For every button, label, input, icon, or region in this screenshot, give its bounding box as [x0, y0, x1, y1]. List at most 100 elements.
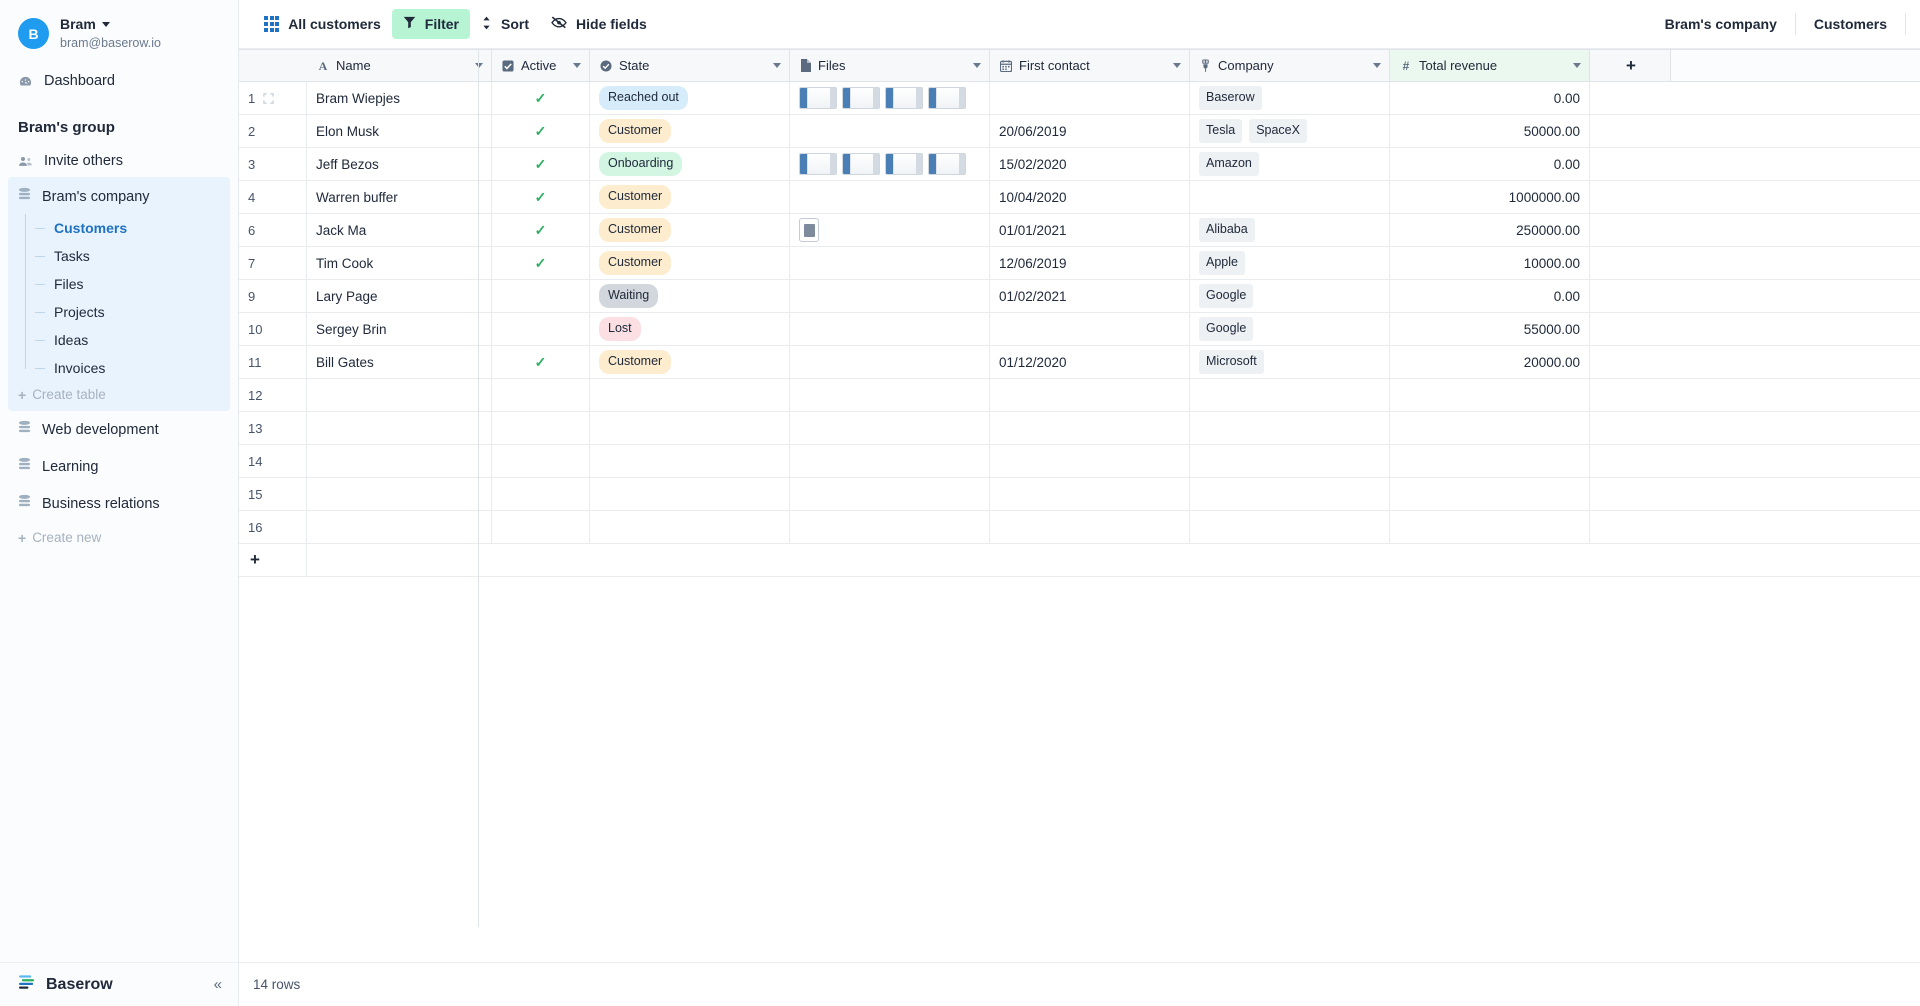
file-document-icon[interactable] [799, 218, 819, 242]
cell-name[interactable]: Jeff Bezos [307, 148, 492, 180]
cell-total-revenue[interactable]: 0.00 [1390, 82, 1590, 114]
create-new-button[interactable]: + Create new [0, 522, 238, 553]
cell-active[interactable]: ✓ [492, 115, 590, 147]
cell-first-contact[interactable] [990, 313, 1190, 345]
cell-files[interactable] [790, 115, 990, 147]
cell-state[interactable]: Customer [590, 214, 790, 246]
sidebar-item-files[interactable]: Files [18, 270, 230, 298]
sidebar-item-web-development[interactable]: Web development [0, 411, 238, 448]
table-row[interactable]: 14 [239, 445, 1920, 478]
cell-name[interactable] [307, 511, 492, 543]
cell-files[interactable] [790, 214, 990, 246]
sidebar-item-invoices[interactable]: Invoices [18, 354, 230, 382]
cell-name[interactable]: Bill Gates [307, 346, 492, 378]
table-row[interactable]: 10 Sergey Brin Lost Google 55000.00 [239, 313, 1920, 346]
sidebar-item-projects[interactable]: Projects [18, 298, 230, 326]
cell-files[interactable] [790, 148, 990, 180]
chevron-down-icon[interactable] [101, 22, 110, 28]
company-tag[interactable]: Apple [1199, 251, 1245, 275]
file-thumbnail[interactable] [842, 87, 880, 109]
file-thumbnail[interactable] [928, 87, 966, 109]
sidebar-item-ideas[interactable]: Ideas [18, 326, 230, 354]
chevron-down-icon[interactable] [973, 63, 981, 68]
chevron-down-icon[interactable] [573, 63, 581, 68]
cell-total-revenue[interactable]: 1000000.00 [1390, 181, 1590, 213]
cell-state[interactable]: Waiting [590, 280, 790, 312]
cell-name[interactable] [307, 412, 492, 444]
cell-company[interactable]: Apple [1190, 247, 1390, 279]
table-row[interactable]: 13 [239, 412, 1920, 445]
table-row[interactable]: 9 Lary Page Waiting 01/02/2021 Google 0.00 [239, 280, 1920, 313]
cell-active[interactable] [492, 280, 590, 312]
table-row[interactable]: 1 Bram Wiepjes ✓ Reached out Baserow 0.00 [239, 82, 1920, 115]
cell-files[interactable] [790, 280, 990, 312]
cell-first-contact[interactable] [990, 511, 1190, 543]
company-tag[interactable]: Alibaba [1199, 218, 1255, 242]
cell-active[interactable] [492, 478, 590, 510]
cell-active[interactable] [492, 379, 590, 411]
filter-button[interactable]: Filter [391, 9, 471, 39]
breadcrumb-database[interactable]: Bram's company [1647, 16, 1795, 32]
company-tag[interactable]: Microsoft [1199, 350, 1264, 374]
cell-first-contact[interactable] [990, 379, 1190, 411]
database-header[interactable]: Bram's company [8, 179, 230, 214]
cell-total-revenue[interactable]: 0.00 [1390, 280, 1590, 312]
cell-total-revenue[interactable] [1390, 511, 1590, 543]
table-row[interactable]: 11 Bill Gates ✓ Customer 01/12/2020 Microsoft… [239, 346, 1920, 379]
cell-active[interactable] [492, 412, 590, 444]
company-tag[interactable]: Google [1199, 284, 1254, 308]
cell-company[interactable]: Microsoft [1190, 346, 1390, 378]
company-tag[interactable]: Google [1199, 317, 1254, 341]
column-header-files[interactable]: Files [790, 50, 990, 81]
cell-state[interactable] [590, 379, 790, 411]
cell-first-contact[interactable]: 01/12/2020 [990, 346, 1190, 378]
column-header-active[interactable]: Active [492, 50, 590, 81]
chevron-down-icon[interactable] [1573, 63, 1581, 68]
cell-state[interactable] [590, 412, 790, 444]
cell-files[interactable] [790, 511, 990, 543]
cell-files[interactable] [790, 82, 990, 114]
collapse-sidebar-button[interactable]: « [214, 976, 222, 993]
sidebar-item-dashboard[interactable]: Dashboard [0, 65, 238, 97]
cell-total-revenue[interactable]: 50000.00 [1390, 115, 1590, 147]
cell-total-revenue[interactable] [1390, 478, 1590, 510]
cell-state[interactable] [590, 511, 790, 543]
file-thumbnail[interactable] [799, 153, 837, 175]
cell-first-contact[interactable]: 12/06/2019 [990, 247, 1190, 279]
baserow-logo[interactable]: Baserow [18, 974, 214, 996]
cell-files[interactable] [790, 478, 990, 510]
cell-first-contact[interactable] [990, 82, 1190, 114]
cell-state[interactable]: Customer [590, 346, 790, 378]
cell-company[interactable]: Baserow [1190, 82, 1390, 114]
cell-state[interactable] [590, 478, 790, 510]
cell-state[interactable]: Onboarding [590, 148, 790, 180]
cell-name[interactable]: Warren buffer [307, 181, 492, 213]
sidebar-item-customers[interactable]: Customers [18, 214, 230, 242]
add-row-button[interactable]: + [239, 544, 307, 576]
hide-fields-button[interactable]: Hide fields [540, 9, 658, 39]
table-row[interactable]: 6 Jack Ma ✓ Customer 01/01/2021 Alibaba 250000… [239, 214, 1920, 247]
cell-first-contact[interactable] [990, 445, 1190, 477]
table-row[interactable]: 2 Elon Musk ✓ Customer 20/06/2019 Tesla SpaceX… [239, 115, 1920, 148]
add-field-button[interactable]: + [1590, 50, 1671, 81]
cell-name[interactable]: Bram Wiepjes [307, 82, 492, 114]
cell-first-contact[interactable]: 01/02/2021 [990, 280, 1190, 312]
sidebar-item-invite-others[interactable]: Invite others [0, 145, 238, 177]
sidebar-item-learning[interactable]: Learning [0, 448, 238, 485]
cell-company[interactable]: Alibaba [1190, 214, 1390, 246]
cell-name[interactable]: Sergey Brin [307, 313, 492, 345]
cell-files[interactable] [790, 313, 990, 345]
cell-name[interactable]: Lary Page [307, 280, 492, 312]
cell-name[interactable] [307, 379, 492, 411]
cell-active[interactable]: ✓ [492, 346, 590, 378]
column-header-company[interactable]: Company [1190, 50, 1390, 81]
cell-files[interactable] [790, 181, 990, 213]
cell-company[interactable] [1190, 379, 1390, 411]
cell-active[interactable]: ✓ [492, 82, 590, 114]
cell-company[interactable] [1190, 478, 1390, 510]
cell-first-contact[interactable] [990, 478, 1190, 510]
cell-active[interactable]: ✓ [492, 247, 590, 279]
create-table-button[interactable]: + Create table [8, 382, 230, 407]
cell-name[interactable]: Tim Cook [307, 247, 492, 279]
cell-name[interactable]: Jack Ma [307, 214, 492, 246]
